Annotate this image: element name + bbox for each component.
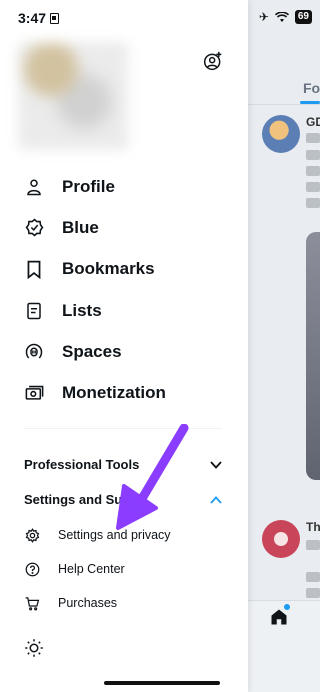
menu-item-label: Monetization: [62, 383, 166, 403]
status-bar-right: ✈ 69: [240, 0, 320, 40]
sub-item-label: Help Center: [58, 562, 125, 576]
post-image[interactable]: [306, 232, 320, 480]
post-avatar[interactable]: [262, 115, 300, 153]
purchases-item[interactable]: Purchases: [24, 595, 117, 611]
gear-icon: [24, 527, 40, 543]
wifi-icon: [274, 11, 289, 22]
menu-item-spaces[interactable]: Spaces: [24, 331, 224, 372]
post-text-line: [306, 540, 320, 550]
menu-item-label: Profile: [62, 176, 115, 196]
menu-item-label: Spaces: [62, 341, 122, 361]
account-avatar-blurred[interactable]: [18, 42, 128, 150]
post-text-line: [306, 150, 320, 160]
chevron-down-icon: [210, 460, 222, 469]
home-indicator[interactable]: [104, 681, 220, 685]
settings-support-toggle[interactable]: Settings and Supp: [24, 492, 222, 507]
chevron-up-icon: [210, 495, 222, 504]
menu-item-bookmarks[interactable]: Bookmarks: [24, 249, 224, 290]
post-text-line: [306, 166, 320, 176]
post-text-line: [306, 198, 320, 208]
home-icon[interactable]: [270, 608, 288, 626]
add-account-icon[interactable]: [203, 51, 223, 71]
post-author-name: Th: [306, 520, 320, 534]
menu-item-lists[interactable]: Lists: [24, 290, 224, 331]
airplane-icon: ✈: [258, 10, 269, 24]
money-icon: [24, 383, 44, 403]
status-time: 3:47: [18, 10, 47, 26]
main-menu: Profile Blue Bookmarks Lists Spaces Mone…: [24, 166, 224, 414]
post-text-line: [306, 182, 320, 192]
display-theme-icon[interactable]: [24, 638, 44, 658]
list-icon: [24, 301, 44, 321]
menu-item-label: Blue: [62, 217, 99, 237]
section-label: Professional Tools: [24, 457, 140, 472]
post-text-line: [306, 572, 320, 582]
status-bar-left: 3:47: [18, 10, 60, 26]
post-avatar[interactable]: [262, 520, 300, 558]
settings-and-privacy-item[interactable]: Settings and privacy: [24, 527, 171, 543]
person-icon: [24, 177, 44, 197]
side-drawer: 3:47 Profile Blue Bookmarks Lists Spaces…: [0, 0, 248, 692]
sim-card-icon: [50, 12, 60, 24]
section-label: Settings and Supp: [24, 492, 139, 507]
timeline-tab-label[interactable]: Fo: [303, 80, 320, 96]
question-circle-icon: [24, 561, 40, 577]
menu-divider: [24, 428, 222, 429]
timeline-divider: [248, 104, 320, 105]
sub-item-label: Purchases: [58, 596, 118, 610]
menu-item-blue[interactable]: Blue: [24, 207, 224, 248]
post-text-line: [306, 133, 320, 143]
post-text-line: [306, 588, 320, 598]
notification-dot: [284, 604, 290, 610]
microphone-icon: [24, 342, 44, 362]
bookmark-icon: [24, 259, 44, 279]
menu-item-monetization[interactable]: Monetization: [24, 372, 224, 413]
cart-icon: [24, 595, 40, 611]
sub-item-label: Settings and privacy: [58, 528, 171, 542]
menu-item-profile[interactable]: Profile: [24, 166, 224, 207]
menu-item-label: Bookmarks: [62, 259, 155, 279]
battery-indicator: 69: [294, 10, 312, 24]
professional-tools-toggle[interactable]: Professional Tools: [24, 457, 222, 472]
help-center-item[interactable]: Help Center: [24, 561, 125, 577]
post-author-name: GD: [306, 115, 320, 129]
verified-badge-icon: [24, 218, 44, 238]
menu-item-label: Lists: [62, 300, 102, 320]
